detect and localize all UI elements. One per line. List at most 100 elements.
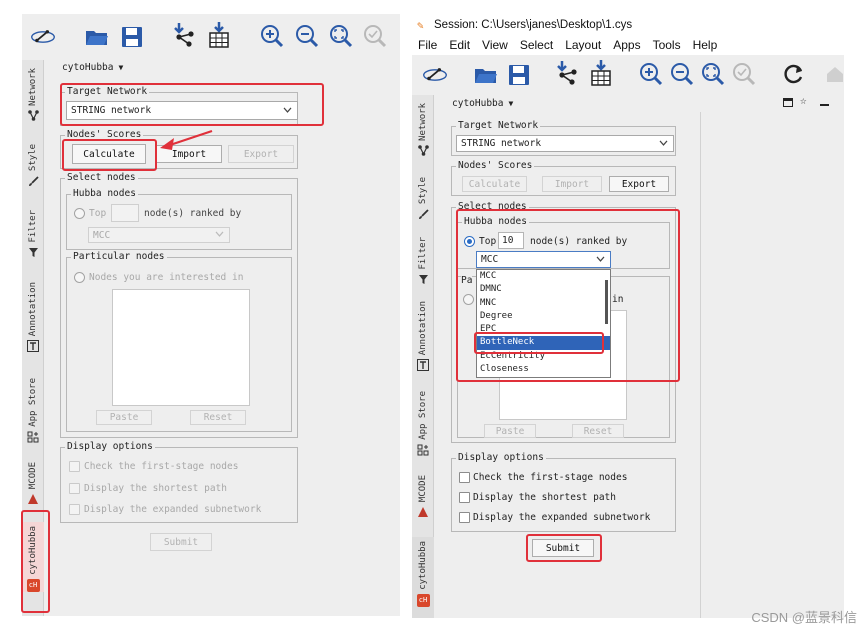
ranking-method-select: MCC <box>88 227 230 243</box>
tab-cytohubba[interactable]: cytoHubba cH <box>412 537 434 618</box>
shortest-path-label: Display the shortest path <box>473 492 616 503</box>
tab-network[interactable]: Network <box>22 68 44 122</box>
dropdown-option-epc[interactable]: EPC <box>477 323 610 336</box>
menu-file[interactable]: File <box>412 38 443 55</box>
dropdown-option-bottleneck[interactable]: BottleNeck <box>477 336 610 350</box>
menu-layout[interactable]: Layout <box>559 38 607 55</box>
chevron-down-icon <box>596 253 605 264</box>
home-icon[interactable] <box>822 61 844 87</box>
right-panel: ✎ Session: C:\Users\janes\Desktop\1.cys … <box>412 14 844 618</box>
tab-mcode[interactable]: MCODE <box>22 462 44 505</box>
dropdown-option-degree[interactable]: Degree <box>477 310 610 323</box>
zoom-out-icon[interactable] <box>294 23 320 49</box>
menu-edit[interactable]: Edit <box>443 38 476 55</box>
tab-filter[interactable]: Filter <box>22 210 44 259</box>
zoom-in-icon[interactable] <box>259 23 285 49</box>
import-table-icon[interactable] <box>588 60 614 86</box>
shortest-path-checkbox[interactable] <box>69 483 80 494</box>
tab-style[interactable]: Style <box>412 177 434 220</box>
menu-apps[interactable]: Apps <box>607 38 646 55</box>
tab-style[interactable]: Style <box>22 144 44 187</box>
check-first-stage-checkbox[interactable] <box>69 461 80 472</box>
zoom-selected-icon <box>731 61 757 87</box>
zoom-in-icon[interactable] <box>638 61 664 87</box>
funnel-icon <box>417 274 429 286</box>
arrow-annotation <box>160 129 213 150</box>
tab-network[interactable]: Network <box>412 103 434 157</box>
save-icon[interactable] <box>506 62 532 88</box>
import-table-icon[interactable] <box>206 22 232 48</box>
submit-button[interactable]: Submit <box>532 539 594 557</box>
import-network-icon[interactable] <box>172 22 198 48</box>
nodes-ranked-by-label: node(s) ranked by <box>530 236 628 247</box>
nodes-ranked-by-label: node(s) ranked by <box>144 208 242 219</box>
tab-mcode[interactable]: MCODE <box>412 475 434 518</box>
tab-cytohubba[interactable]: cytoHubba cH <box>22 522 44 592</box>
top-radio[interactable] <box>464 236 475 247</box>
tab-annotation[interactable]: Annotation <box>412 301 434 372</box>
menu-view[interactable]: View <box>476 38 514 55</box>
ranking-method-dropdown-list[interactable]: MCC DMNC MNC Degree EPC BottleNeck EcCen… <box>476 269 611 378</box>
tab-annotation[interactable]: Annotation <box>22 282 44 353</box>
zoom-out-icon[interactable] <box>669 61 695 87</box>
top-radio[interactable] <box>74 208 85 219</box>
export-button[interactable]: Export <box>609 176 669 192</box>
top-label: Top <box>89 208 107 219</box>
text-icon <box>27 340 39 353</box>
menu-tools[interactable]: Tools <box>647 38 687 55</box>
mcode-icon <box>27 493 39 505</box>
target-network-select[interactable]: STRING network <box>66 101 298 120</box>
network-icon[interactable] <box>30 24 56 50</box>
tab-filter[interactable]: Filter <box>412 237 434 286</box>
top-count-input[interactable] <box>111 204 139 222</box>
open-folder-icon[interactable] <box>473 62 499 88</box>
dropdown-option-closeness[interactable]: Closeness <box>477 363 610 376</box>
particular-nodes-radio[interactable] <box>74 272 85 283</box>
window-title-bar: ✎ Session: C:\Users\janes\Desktop\1.cys <box>412 14 844 38</box>
check-first-stage-checkbox[interactable] <box>459 472 470 483</box>
expanded-subnetwork-checkbox[interactable] <box>459 512 470 523</box>
plugin-title[interactable]: cytoHubba ▼ <box>62 62 123 73</box>
open-folder-icon[interactable] <box>84 24 110 50</box>
window-title: Session: C:\Users\janes\Desktop\1.cys <box>434 19 633 31</box>
left-panel: Network Style Filter Annotation App Stor… <box>22 14 400 616</box>
zoom-fit-icon[interactable] <box>328 23 354 49</box>
tab-app-store[interactable]: App Store <box>22 378 44 443</box>
import-network-icon[interactable] <box>555 60 581 86</box>
pin-icon[interactable]: ☆ <box>800 94 807 107</box>
zoom-fit-icon[interactable] <box>700 61 726 87</box>
app-store-icon <box>417 444 429 456</box>
left-toolbar <box>22 14 400 60</box>
particular-nodes-title-fragment: Pa <box>461 275 473 286</box>
chevron-down-icon <box>659 137 668 148</box>
dropdown-scrollbar[interactable] <box>605 280 608 324</box>
chevron-down-icon: ▼ <box>118 63 124 72</box>
particular-nodes-radio[interactable] <box>463 294 474 305</box>
expanded-subnetwork-checkbox[interactable] <box>69 504 80 515</box>
save-icon[interactable] <box>119 24 145 50</box>
calculate-button[interactable]: Calculate <box>72 144 146 164</box>
minimize-icon[interactable] <box>820 104 829 106</box>
refresh-icon[interactable] <box>781 61 807 87</box>
tab-app-store[interactable]: App Store <box>412 391 434 456</box>
target-network-select[interactable]: STRING network <box>456 135 674 152</box>
top-count-input[interactable]: 10 <box>498 232 524 249</box>
dropdown-option-mcc[interactable]: MCC <box>477 270 610 283</box>
plugin-title[interactable]: cytoHubba ▼ <box>452 98 513 109</box>
funnel-icon <box>27 247 39 259</box>
dropdown-option-dmnc[interactable]: DMNC <box>477 283 610 296</box>
calculate-button: Calculate <box>462 176 527 192</box>
menu-select[interactable]: Select <box>514 38 559 55</box>
cytohubba-icon: cH <box>416 593 430 607</box>
dropdown-option-eccentricity[interactable]: EcCentricity <box>477 350 610 363</box>
shortest-path-checkbox[interactable] <box>459 492 470 503</box>
network-icon[interactable] <box>422 62 448 88</box>
expanded-subnetwork-label: Display the expanded subnetwork <box>84 504 262 515</box>
menu-help[interactable]: Help <box>687 38 724 55</box>
ranking-method-select[interactable]: MCC <box>476 251 611 268</box>
particular-nodes-textarea[interactable] <box>112 289 250 406</box>
dropdown-option-mnc[interactable]: MNC <box>477 297 610 310</box>
text-icon <box>417 359 429 372</box>
mcode-icon <box>417 506 429 518</box>
panel-float-icon[interactable] <box>783 98 793 107</box>
